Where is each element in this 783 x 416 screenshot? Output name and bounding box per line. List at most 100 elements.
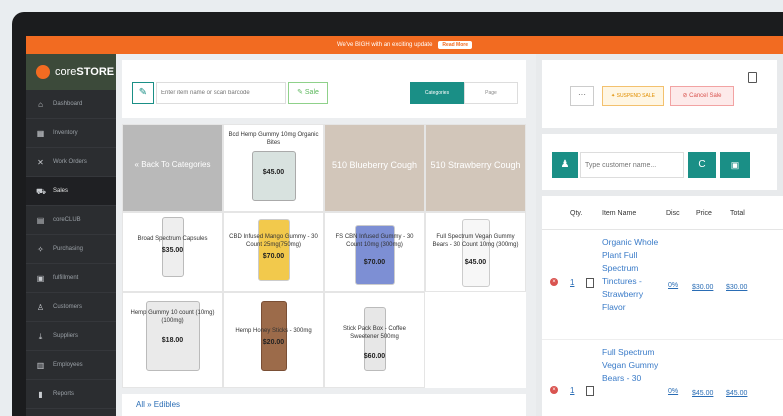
club-icon: ▤ — [36, 215, 45, 225]
tab-categories[interactable]: Categories — [410, 82, 464, 104]
sidebar-item-label: coreCLUB — [53, 217, 81, 223]
brand-word: STORE — [76, 66, 115, 78]
price-value[interactable]: $45.00 — [692, 390, 713, 397]
more-options-button[interactable]: ··· — [570, 86, 594, 106]
item-name[interactable]: Full Spectrum Vegan Gummy Bears - 30 — [602, 346, 660, 385]
tile-label: « Back To Categories — [134, 160, 211, 169]
cart-table: Qty. Item Name Disc Price Total × 1 Orga… — [542, 196, 783, 416]
purchasing-icon: ✧ — [37, 244, 44, 254]
item-tile[interactable]: Bcd Hemp Gummy 10mg Organic Bites $45.00 — [223, 124, 324, 212]
sidebar-item-label: Purchasing — [53, 246, 84, 252]
reports-icon: ▮ — [38, 389, 43, 399]
item-name[interactable]: Organic Whole Plant Full Spectrum Tinctu… — [602, 236, 660, 314]
tile-price: $70.00 — [363, 259, 386, 266]
category-tile[interactable]: 510 Blueberry Cough — [324, 124, 425, 212]
id-card-icon[interactable]: ▣ — [720, 152, 750, 178]
document-icon[interactable] — [586, 386, 594, 396]
sale-button[interactable]: ✎ Sale — [288, 82, 328, 104]
item-tile[interactable]: Hemp Honey Sticks - 300mg $20.00 — [223, 292, 324, 388]
tile-price: $45.00 — [464, 259, 487, 266]
dashboard-icon: ⌂ — [38, 99, 43, 109]
cart-icon: ⛟ — [36, 186, 47, 196]
sidebar-item-label: Sales — [53, 188, 69, 194]
tile-label: Hemp Gummy 10 count (10mg) (100mg) — [130, 310, 215, 324]
note-icon[interactable] — [748, 72, 757, 83]
tab-page[interactable]: Page — [464, 82, 518, 104]
item-tile[interactable]: Stick Pack Box - Coffee Sweetener 500mg … — [324, 292, 425, 388]
sale-label: Sale — [304, 89, 319, 96]
sidebar-item-work-orders[interactable]: ✕ Work Orders — [26, 148, 116, 177]
product-image — [461, 219, 490, 287]
fulfillment-icon: ▣ — [36, 273, 45, 283]
cart-row: × 1 Full Spectrum Vegan Gummy Bears - 30… — [542, 342, 783, 416]
corestore-logo[interactable]: coreSTORE — [26, 54, 116, 90]
item-tile[interactable]: Broad Spectrum Capsules $35.00 — [122, 212, 223, 292]
item-tile[interactable]: Full Spectrum Vegan Gummy Bears - 30 Cou… — [425, 212, 526, 292]
sale-main-panel: ✎ ✎ Sale Categories Page « Back To Categ… — [116, 54, 536, 416]
tools-icon: ✕ — [37, 157, 44, 167]
back-to-categories-tile[interactable]: « Back To Categories — [122, 124, 223, 212]
qty-value[interactable]: 1 — [570, 278, 574, 287]
remove-icon[interactable]: × — [550, 386, 558, 394]
cart-row: × 1 Organic Whole Plant Full Spectrum Ti… — [542, 232, 783, 340]
cart-header: Qty. Item Name Disc Price Total — [542, 196, 783, 230]
sidebar-item-reports[interactable]: ▮ Reports — [26, 380, 116, 409]
tile-label: Bcd Hemp Gummy 10mg Organic Bites — [228, 132, 319, 146]
sidebar: coreSTORE ⌂ Dashboard ▦ Inventory ✕ Work Orde… — [26, 54, 116, 416]
qty-header: Qty. — [570, 210, 583, 217]
tile-price: $20.00 — [262, 339, 285, 346]
qty-value[interactable]: 1 — [570, 386, 574, 395]
price-value[interactable]: $30.00 — [692, 284, 713, 291]
tile-label: 510 Blueberry Cough — [331, 160, 418, 170]
disc-value[interactable]: 0% — [668, 388, 678, 395]
item-tile[interactable]: CBD Infused Mango Gummy - 30 Count 25mg(… — [223, 212, 324, 292]
employees-icon: ▥ — [36, 360, 45, 370]
sidebar-item-purchasing[interactable]: ✧ Purchasing — [26, 235, 116, 264]
brand-prefix: core — [55, 66, 77, 78]
tile-label: Broad Spectrum Capsules — [137, 236, 208, 242]
cancel-sale-button[interactable]: ⊘ Cancel Sale — [670, 86, 734, 106]
remove-icon[interactable]: × — [550, 278, 558, 286]
logo-icon — [36, 65, 50, 79]
item-name-header: Item Name — [602, 210, 637, 217]
user-icon: ♟ — [552, 152, 578, 178]
tile-price: $35.00 — [161, 247, 184, 254]
sidebar-item-label: Work Orders — [53, 159, 87, 165]
disc-value[interactable]: 0% — [668, 282, 678, 289]
edit-icon[interactable]: ✎ — [132, 82, 154, 104]
app-screen: We've BIGH with an exciting update Read … — [26, 36, 783, 416]
item-tile[interactable]: FS CBN Infused Gummy - 30 Count 10mg (30… — [324, 212, 425, 292]
category-tile[interactable]: 510 Strawberry Cough — [425, 124, 526, 212]
document-icon[interactable] — [586, 278, 594, 288]
refresh-icon[interactable]: C — [688, 152, 716, 178]
suspend-sale-button[interactable]: ✦ SUSPEND SALE — [602, 86, 664, 106]
sidebar-item-fulfillment[interactable]: ▣ fulfillment — [26, 264, 116, 293]
item-grid: « Back To Categories Bcd Hemp Gummy 10mg… — [122, 124, 526, 388]
sidebar-item-coreclub[interactable]: ▤ coreCLUB — [26, 206, 116, 235]
sidebar-item-employees[interactable]: ▥ Employees — [26, 351, 116, 380]
item-tile[interactable]: Hemp Gummy 10 count (10mg) (100mg) $18.0… — [122, 292, 223, 388]
cart-panel: ··· ✦ SUSPEND SALE ⊘ Cancel Sale ♟ C ▣ Q… — [536, 54, 783, 416]
banner-text: We've BIGH with an exciting update — [337, 42, 433, 48]
sidebar-item-customers[interactable]: ♙ Customers — [26, 293, 116, 322]
tile-price: $18.00 — [161, 337, 184, 344]
item-search-input[interactable] — [156, 82, 286, 104]
read-more-button[interactable]: Read More — [438, 41, 472, 49]
sidebar-item-inventory[interactable]: ▦ Inventory — [26, 119, 116, 148]
breadcrumb[interactable]: All » Edibles — [122, 394, 526, 416]
sidebar-item-label: Employees — [53, 362, 83, 368]
product-image — [260, 301, 287, 371]
total-value[interactable]: $30.00 — [726, 284, 747, 291]
tile-label: 510 Strawberry Cough — [430, 160, 521, 170]
sidebar-item-suppliers[interactable]: ⤓ Suppliers — [26, 322, 116, 351]
sidebar-item-dashboard[interactable]: ⌂ Dashboard — [26, 90, 116, 119]
tile-label: Stick Pack Box - Coffee Sweetener 500mg — [343, 326, 406, 340]
sidebar-item-label: Reports — [53, 391, 75, 397]
sidebar-item-sales[interactable]: ⛟ Sales — [26, 177, 116, 206]
total-value[interactable]: $45.00 — [726, 390, 747, 397]
suppliers-icon: ⤓ — [38, 331, 43, 341]
tile-price: $60.00 — [363, 353, 386, 360]
tile-label: FS CBN Infused Gummy - 30 Count 10mg (30… — [335, 234, 414, 248]
customer-search-input[interactable] — [580, 152, 684, 178]
item-search-panel: ✎ ✎ Sale Categories Page — [122, 60, 526, 118]
